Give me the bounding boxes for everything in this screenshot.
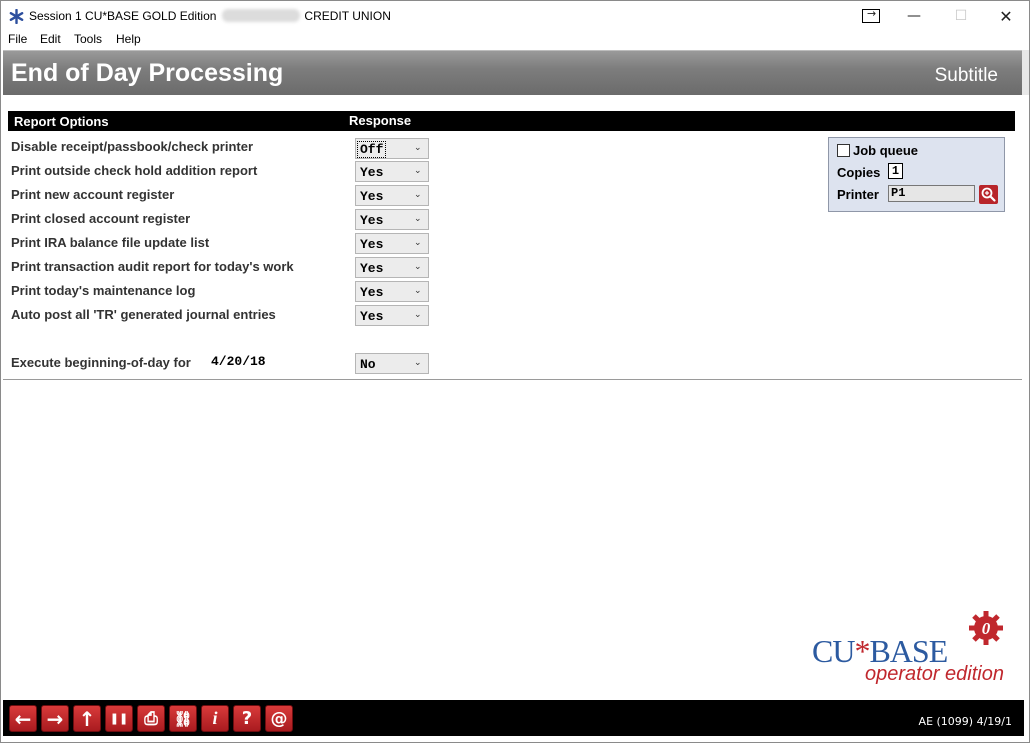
select-value: Off xyxy=(356,141,387,158)
forward-button[interactable]: → xyxy=(41,705,69,732)
select-value: Yes xyxy=(360,213,384,228)
option-label-disable-printer: Disable receipt/passbook/check printer xyxy=(11,139,254,154)
restore-session-button[interactable] xyxy=(851,1,891,31)
option-label-transaction-audit-report: Print transaction audit report for today… xyxy=(11,259,294,274)
at-icon: @ xyxy=(270,708,288,729)
vertical-scrollbar[interactable] xyxy=(1022,50,1029,95)
help-button[interactable]: ? xyxy=(233,705,261,732)
option-select-maintenance-log[interactable]: Yes ⌄ xyxy=(355,281,429,302)
status-text: AE (1099) 4/19/1 xyxy=(918,715,1012,728)
job-queue-checkbox[interactable] xyxy=(837,144,850,157)
arrow-right-icon: → xyxy=(46,706,64,731)
chevron-down-icon: ⌄ xyxy=(414,262,422,272)
print-options-panel: Job queue Copies 1 Printer P1 xyxy=(828,137,1005,212)
magnifier-icon xyxy=(981,187,996,202)
printer-input[interactable]: P1 xyxy=(888,185,975,202)
select-value: Yes xyxy=(360,189,384,204)
option-label-closed-account-register: Print closed account register xyxy=(11,211,191,226)
chevron-down-icon: ⌄ xyxy=(414,143,422,153)
close-button[interactable]: ✕ xyxy=(983,1,1029,31)
copies-label: Copies xyxy=(837,165,881,180)
maximize-button[interactable]: ☐ xyxy=(938,1,984,31)
arrow-left-icon: ← xyxy=(14,706,32,731)
select-value: Yes xyxy=(360,309,384,324)
select-value: Yes xyxy=(360,165,384,180)
chevron-down-icon: ⌄ xyxy=(414,238,422,248)
column-header-report-options: Report Options xyxy=(14,114,109,129)
back-button[interactable]: ← xyxy=(9,705,37,732)
option-select-transaction-audit-report[interactable]: Yes ⌄ xyxy=(355,257,429,278)
printer-icon: ⎙ xyxy=(144,708,158,729)
beginning-of-day-date: 4/20/18 xyxy=(211,354,266,369)
option-label-beginning-of-day: Execute beginning-of-day for xyxy=(11,355,191,370)
option-label-new-account-register: Print new account register xyxy=(11,187,175,202)
print-button[interactable]: ⎙ xyxy=(137,705,165,732)
email-button[interactable]: @ xyxy=(265,705,293,732)
option-select-auto-post-tr[interactable]: Yes ⌄ xyxy=(355,305,429,326)
app-logo-icon xyxy=(9,9,24,24)
info-icon: i xyxy=(212,708,218,728)
link-button[interactable]: ⛓ xyxy=(169,705,197,732)
chevron-down-icon: ⌄ xyxy=(414,358,422,368)
minimize-button[interactable]: — xyxy=(891,1,937,31)
redacted-name xyxy=(222,9,301,22)
table-header: Report Options Response xyxy=(8,111,1015,131)
window-title-prefix: Session 1 CU*BASE GOLD Edition xyxy=(29,9,217,23)
option-select-disable-printer[interactable]: Off ⌄ xyxy=(355,138,429,159)
printer-label: Printer xyxy=(837,187,879,202)
window-title: Session 1 CU*BASE GOLD Edition CREDIT UNI… xyxy=(29,9,391,23)
pause-icon: ❚❚ xyxy=(109,712,129,725)
select-value: Yes xyxy=(360,261,384,276)
chevron-down-icon: ⌄ xyxy=(414,190,422,200)
chevron-down-icon: ⌄ xyxy=(414,286,422,296)
arrow-up-icon: ↑ xyxy=(78,706,96,731)
logo-cu: CU xyxy=(812,633,855,669)
option-label-auto-post-tr: Auto post all 'TR' generated journal ent… xyxy=(11,307,276,322)
column-header-response: Response xyxy=(349,113,412,128)
gear-icon: 0 xyxy=(969,611,1003,645)
link-icon: ⛓ xyxy=(173,709,193,728)
page-subtitle: Subtitle xyxy=(934,65,998,86)
pause-button[interactable]: ❚❚ xyxy=(105,705,133,732)
option-label-ira-balance-list: Print IRA balance file update list xyxy=(11,235,210,250)
form-divider xyxy=(3,379,1022,381)
window-title-suffix: CREDIT UNION xyxy=(304,9,391,23)
bottom-toolbar: ← → ↑ ❚❚ ⎙ ⛓ i ? @ AE (1099) 4/19/1 xyxy=(3,700,1024,736)
select-value: No xyxy=(360,357,376,372)
up-button[interactable]: ↑ xyxy=(73,705,101,732)
select-value: Yes xyxy=(360,285,384,300)
option-label-maintenance-log: Print today's maintenance log xyxy=(11,283,196,298)
printer-lookup-button[interactable] xyxy=(979,185,998,204)
menu-bar: File Edit Tools Help xyxy=(1,31,1029,49)
page-title: End of Day Processing xyxy=(11,59,284,87)
option-select-new-account-register[interactable]: Yes ⌄ xyxy=(355,185,429,206)
menu-tools[interactable]: Tools xyxy=(74,32,102,46)
page-header: End of Day Processing Subtitle xyxy=(3,50,1022,95)
menu-help[interactable]: Help xyxy=(116,32,141,46)
info-button[interactable]: i xyxy=(201,705,229,732)
logo-tagline: operator edition xyxy=(865,663,1004,685)
option-label-check-hold-report: Print outside check hold addition report xyxy=(11,163,258,178)
option-select-check-hold-report[interactable]: Yes ⌄ xyxy=(355,161,429,182)
menu-file[interactable]: File xyxy=(8,32,27,46)
option-select-beginning-of-day[interactable]: No ⌄ xyxy=(355,353,429,374)
chevron-down-icon: ⌄ xyxy=(414,166,422,176)
chevron-down-icon: ⌄ xyxy=(414,310,422,320)
question-icon: ? xyxy=(241,708,253,729)
select-value: Yes xyxy=(360,237,384,252)
app-window: Session 1 CU*BASE GOLD Edition CREDIT UNI… xyxy=(0,0,1030,743)
chevron-down-icon: ⌄ xyxy=(414,214,422,224)
menu-edit[interactable]: Edit xyxy=(40,32,61,46)
copies-input[interactable]: 1 xyxy=(888,163,903,179)
option-select-closed-account-register[interactable]: Yes ⌄ xyxy=(355,209,429,230)
option-select-ira-balance-list[interactable]: Yes ⌄ xyxy=(355,233,429,254)
title-bar: Session 1 CU*BASE GOLD Edition CREDIT UNI… xyxy=(1,1,1029,31)
cubase-logo: 0 CU*BASE operator edition xyxy=(809,611,1009,691)
restore-session-icon xyxy=(862,7,880,23)
gear-label: 0 xyxy=(982,619,991,638)
job-queue-label: Job queue xyxy=(853,143,919,158)
